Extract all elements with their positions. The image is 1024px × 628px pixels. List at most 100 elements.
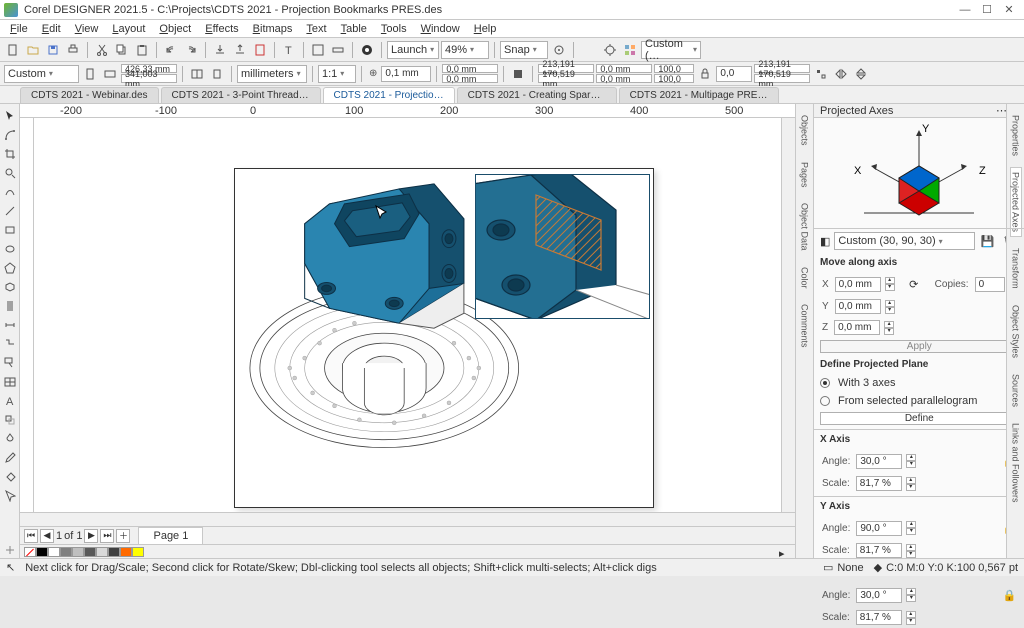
- color-swatch[interactable]: [120, 547, 132, 557]
- axis-angle-input[interactable]: [856, 521, 902, 536]
- add-page-button[interactable]: ＋: [116, 529, 130, 543]
- relative-icon[interactable]: [812, 65, 830, 83]
- pos-y-input[interactable]: 170,519 mm: [754, 74, 810, 83]
- rectangle-tool-icon[interactable]: [2, 222, 18, 238]
- lock-ratio-icon[interactable]: [696, 65, 714, 83]
- move-x-input[interactable]: [835, 277, 881, 292]
- document-tab[interactable]: CDTS 2021 - Multipage PRES.des: [619, 87, 779, 103]
- close-button[interactable]: ✕: [998, 2, 1020, 18]
- docker-tab-objects[interactable]: Objects: [799, 110, 811, 151]
- copies-input[interactable]: [975, 277, 1005, 292]
- scale-x-input[interactable]: 100,0: [654, 64, 694, 73]
- effects-tool-icon[interactable]: [2, 412, 18, 428]
- projected-shape-icon[interactable]: [2, 279, 18, 295]
- docker-tab-links-and-followers[interactable]: Links and Followers: [1010, 418, 1022, 508]
- paste-icon[interactable]: [133, 41, 151, 59]
- mirror-h-icon[interactable]: [832, 65, 850, 83]
- portrait-icon[interactable]: [81, 65, 99, 83]
- color-swatch[interactable]: [60, 547, 72, 557]
- apply-button[interactable]: Apply: [820, 340, 1019, 353]
- dup-x-input[interactable]: 0,0 mm: [442, 64, 498, 73]
- zoom-dropdown[interactable]: 49%▾: [441, 41, 489, 59]
- print-icon[interactable]: [64, 41, 82, 59]
- crop-tool-icon[interactable]: [2, 146, 18, 162]
- pick-tool-icon[interactable]: [2, 108, 18, 124]
- fullscreen-icon[interactable]: [309, 41, 327, 59]
- export-icon[interactable]: [231, 41, 249, 59]
- menu-window[interactable]: Window: [415, 23, 466, 35]
- vertical-scrollbar[interactable]: [781, 118, 795, 512]
- preset-dropdown[interactable]: Custom (30, 90, 30)▾: [834, 232, 974, 250]
- color-swatch[interactable]: [96, 547, 108, 557]
- docker-tab-object-data[interactable]: Object Data: [799, 198, 811, 256]
- workspace-dropdown[interactable]: Custom (…▾: [641, 41, 701, 59]
- line-tool-icon[interactable]: [2, 203, 18, 219]
- connector-tool-icon[interactable]: [2, 336, 18, 352]
- treat-as-filled-icon[interactable]: [509, 65, 527, 83]
- axis-angle-input[interactable]: [856, 588, 902, 603]
- cycle-icon[interactable]: ⟳: [905, 275, 923, 293]
- text-icon[interactable]: T: [280, 41, 298, 59]
- menu-tools[interactable]: Tools: [375, 23, 413, 35]
- text-tool-icon[interactable]: A: [2, 393, 18, 409]
- document-tab[interactable]: CDTS 2021 - 3-Point Thread PRES.des*: [161, 87, 321, 103]
- redo-icon[interactable]: [182, 41, 200, 59]
- from-parallelogram-radio[interactable]: From selected parallelogram: [814, 392, 1024, 410]
- obj-h-input[interactable]: 0,0 mm: [596, 74, 652, 83]
- show-rulers-icon[interactable]: [329, 41, 347, 59]
- menu-bitmaps[interactable]: Bitmaps: [247, 23, 299, 35]
- polygon-tool-icon[interactable]: [2, 260, 18, 276]
- zoom-tool-icon[interactable]: [2, 165, 18, 181]
- save-icon[interactable]: [44, 41, 62, 59]
- freehand-tool-icon[interactable]: [2, 184, 18, 200]
- page-preset-dropdown[interactable]: Custom▾: [4, 65, 79, 83]
- callout-tool-icon[interactable]: [2, 355, 18, 371]
- copy-icon[interactable]: [113, 41, 131, 59]
- ellipse-tool-icon[interactable]: [2, 241, 18, 257]
- mirror-v-icon[interactable]: [852, 65, 870, 83]
- docker-tab-object-styles[interactable]: Object Styles: [1010, 300, 1022, 363]
- menu-help[interactable]: Help: [468, 23, 503, 35]
- page-height-input[interactable]: 341,003 mm: [121, 74, 177, 83]
- menu-layout[interactable]: Layout: [106, 23, 151, 35]
- launch-dropdown[interactable]: Launch▾: [387, 41, 439, 59]
- workspace-icon[interactable]: [621, 41, 639, 59]
- prev-page-button[interactable]: ◀: [40, 529, 54, 543]
- docker-tab-comments[interactable]: Comments: [799, 299, 811, 353]
- all-pages-icon[interactable]: [188, 65, 206, 83]
- color-swatch[interactable]: [72, 547, 84, 557]
- maximize-button[interactable]: ☐: [976, 2, 998, 18]
- units-dropdown[interactable]: millimeters▾: [237, 65, 307, 83]
- menu-object[interactable]: Object: [153, 23, 197, 35]
- quick-customize-icon[interactable]: [2, 542, 18, 558]
- menu-effects[interactable]: Effects: [199, 23, 244, 35]
- import-icon[interactable]: [211, 41, 229, 59]
- menu-view[interactable]: View: [69, 23, 105, 35]
- options-icon[interactable]: [601, 41, 619, 59]
- axis-scale-input[interactable]: [856, 543, 902, 558]
- current-page-icon[interactable]: [208, 65, 226, 83]
- menu-text[interactable]: Text: [300, 23, 332, 35]
- color-swatch[interactable]: [132, 547, 144, 557]
- viewport[interactable]: [34, 118, 781, 512]
- horizontal-ruler[interactable]: -200-1000100200300400500: [20, 104, 795, 118]
- vertical-ruler[interactable]: [20, 118, 34, 512]
- docker-tab-transform[interactable]: Transform: [1010, 243, 1022, 294]
- obj-y-input[interactable]: 170,519 mm: [538, 74, 594, 83]
- cut-icon[interactable]: [93, 41, 111, 59]
- menu-edit[interactable]: Edit: [36, 23, 67, 35]
- dup-y-input[interactable]: 0,0 mm: [442, 74, 498, 83]
- fill-tool-icon[interactable]: [2, 469, 18, 485]
- move-z-input[interactable]: [834, 320, 880, 335]
- new-icon[interactable]: [4, 41, 22, 59]
- rotation-input[interactable]: 0,0: [716, 66, 752, 82]
- minimize-button[interactable]: —: [954, 2, 976, 18]
- scale-y-input[interactable]: 100,0: [654, 74, 694, 83]
- shape-tool-icon[interactable]: [2, 127, 18, 143]
- menu-table[interactable]: Table: [335, 23, 373, 35]
- snap-options-icon[interactable]: [550, 41, 568, 59]
- docker-tab-sources[interactable]: Sources: [1010, 369, 1022, 412]
- color-swatch[interactable]: [84, 547, 96, 557]
- page-tab[interactable]: Page 1: [138, 527, 203, 545]
- first-page-button[interactable]: ⏮: [24, 529, 38, 543]
